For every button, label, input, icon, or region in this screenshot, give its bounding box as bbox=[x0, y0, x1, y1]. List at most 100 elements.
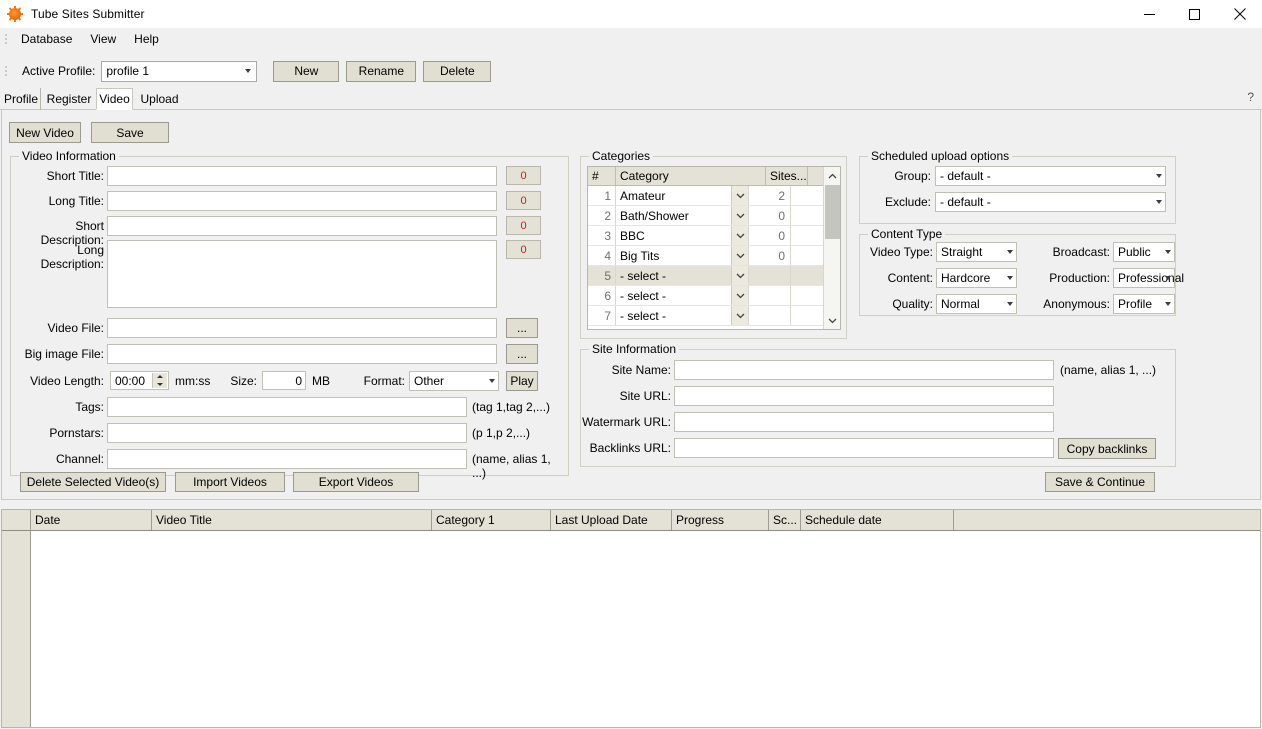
chevron-down-icon[interactable] bbox=[731, 246, 748, 265]
chevron-down-icon[interactable] bbox=[731, 206, 748, 225]
long-description-input[interactable] bbox=[107, 240, 497, 308]
group-select[interactable]: - default - bbox=[935, 166, 1166, 186]
long-title-input[interactable] bbox=[107, 191, 497, 211]
chevron-down-icon[interactable] bbox=[731, 226, 748, 245]
short-description-input[interactable] bbox=[107, 216, 497, 236]
scroll-down-icon[interactable] bbox=[824, 312, 840, 329]
production-select[interactable]: Professional bbox=[1113, 268, 1184, 288]
minimize-button[interactable] bbox=[1127, 0, 1172, 28]
scrollbar-thumb[interactable] bbox=[825, 185, 840, 239]
active-profile-select[interactable]: profile 1 bbox=[101, 60, 258, 82]
production-label: Production: bbox=[1049, 271, 1110, 285]
column-header-category[interactable]: Category bbox=[616, 167, 766, 185]
chevron-down-icon[interactable] bbox=[731, 266, 748, 285]
tab-video[interactable]: Video bbox=[96, 88, 133, 110]
new-profile-button[interactable]: New bbox=[273, 60, 340, 82]
column-header-filler[interactable] bbox=[954, 510, 1260, 530]
chevron-down-icon bbox=[1156, 200, 1162, 204]
maximize-button[interactable] bbox=[1172, 0, 1217, 28]
category-select[interactable]: BBC bbox=[616, 226, 749, 245]
close-button[interactable] bbox=[1217, 0, 1262, 28]
video-length-stepper[interactable]: 00:00 bbox=[110, 371, 169, 390]
sun-icon bbox=[7, 6, 23, 22]
column-header-gutter[interactable] bbox=[2, 510, 31, 530]
column-header-video-title[interactable]: Video Title bbox=[152, 510, 432, 530]
video-information-title: Video Information bbox=[19, 149, 119, 163]
menu-item-database[interactable]: Database bbox=[12, 29, 81, 49]
column-header-sc[interactable]: Sc... bbox=[769, 510, 801, 530]
size-input[interactable]: 0 bbox=[262, 371, 306, 390]
tab-profile[interactable]: Profile bbox=[2, 88, 41, 110]
menu-item-help[interactable]: Help bbox=[125, 29, 168, 49]
copy-backlinks-button[interactable]: Copy backlinks bbox=[1058, 438, 1156, 459]
column-header-category-1[interactable]: Category 1 bbox=[432, 510, 551, 530]
video-type-select[interactable]: Straight bbox=[936, 242, 1017, 262]
videos-grid[interactable]: Date Video Title Category 1 Last Upload … bbox=[1, 509, 1261, 728]
export-videos-button[interactable]: Export Videos bbox=[293, 472, 419, 492]
site-url-input[interactable] bbox=[674, 386, 1054, 406]
video-length-spin-buttons[interactable] bbox=[152, 373, 167, 388]
table-row[interactable]: 7 - select - bbox=[588, 306, 840, 326]
site-name-input[interactable] bbox=[674, 360, 1054, 380]
category-value: Amateur bbox=[620, 188, 666, 203]
broadcast-select[interactable]: Public bbox=[1113, 242, 1175, 262]
videos-grid-rows[interactable] bbox=[31, 531, 1260, 727]
chevron-down-icon bbox=[489, 379, 495, 383]
big-image-file-input[interactable] bbox=[107, 344, 497, 364]
play-button[interactable]: Play bbox=[506, 371, 538, 391]
column-header-num[interactable]: # bbox=[588, 167, 616, 185]
scroll-up-icon[interactable] bbox=[824, 167, 840, 184]
rename-profile-button[interactable]: Rename bbox=[346, 60, 417, 82]
pornstars-input[interactable] bbox=[107, 423, 467, 443]
chevron-down-icon[interactable] bbox=[731, 286, 748, 305]
menu-item-view[interactable]: View bbox=[81, 29, 125, 49]
column-header-sites[interactable]: Sites... bbox=[766, 167, 808, 185]
column-header-schedule-date[interactable]: Schedule date bbox=[801, 510, 954, 530]
video-file-input[interactable] bbox=[107, 318, 497, 338]
quality-value: Normal bbox=[941, 297, 980, 311]
content-select[interactable]: Hardcore bbox=[936, 268, 1017, 288]
broadcast-label: Broadcast: bbox=[1052, 245, 1110, 259]
column-header-progress[interactable]: Progress bbox=[672, 510, 769, 530]
categories-scrollbar[interactable] bbox=[823, 167, 840, 329]
backlinks-url-input[interactable] bbox=[674, 438, 1054, 458]
table-row[interactable]: 2 Bath/Shower 0 bbox=[588, 206, 840, 226]
short-title-input[interactable] bbox=[107, 166, 497, 186]
table-row[interactable]: 3 BBC 0 bbox=[588, 226, 840, 246]
chevron-down-icon[interactable] bbox=[731, 186, 748, 205]
category-select[interactable]: - select - bbox=[616, 286, 749, 305]
save-button[interactable]: Save bbox=[91, 122, 169, 143]
tab-register[interactable]: Register bbox=[45, 88, 93, 110]
table-row[interactable]: 1 Amateur 2 bbox=[588, 186, 840, 206]
big-image-file-browse-button[interactable]: ... bbox=[506, 344, 538, 364]
format-select[interactable]: Other bbox=[409, 371, 499, 391]
category-select[interactable]: Bath/Shower bbox=[616, 206, 749, 225]
save-and-continue-button[interactable]: Save & Continue bbox=[1045, 472, 1155, 492]
table-row[interactable]: 5 - select - bbox=[588, 266, 840, 286]
table-row[interactable]: 6 - select - bbox=[588, 286, 840, 306]
new-video-button[interactable]: New Video bbox=[9, 122, 81, 143]
table-row[interactable]: 4 Big Tits 0 bbox=[588, 246, 840, 266]
video-file-browse-button[interactable]: ... bbox=[506, 318, 538, 338]
anonymous-select[interactable]: Profile bbox=[1113, 294, 1175, 314]
tab-upload[interactable]: Upload bbox=[137, 88, 182, 110]
column-header-last-upload-date[interactable]: Last Upload Date bbox=[551, 510, 672, 530]
categories-grid[interactable]: # Category Sites... 1 Amateur 2 2 Bath/S… bbox=[587, 166, 841, 330]
import-videos-button[interactable]: Import Videos bbox=[175, 472, 285, 492]
chevron-down-icon[interactable] bbox=[731, 306, 748, 325]
delete-selected-videos-button[interactable]: Delete Selected Video(s) bbox=[20, 472, 166, 492]
quality-select[interactable]: Normal bbox=[936, 294, 1017, 314]
chevron-down-icon bbox=[1007, 250, 1013, 254]
category-select[interactable]: Amateur bbox=[616, 186, 749, 205]
exclude-select[interactable]: - default - bbox=[935, 192, 1166, 212]
category-select[interactable]: Big Tits bbox=[616, 246, 749, 265]
category-select[interactable]: - select - bbox=[616, 306, 749, 325]
tags-input[interactable] bbox=[107, 397, 467, 417]
category-select[interactable]: - select - bbox=[616, 266, 749, 285]
watermark-url-input[interactable] bbox=[674, 412, 1054, 432]
category-value: - select - bbox=[620, 268, 667, 283]
column-header-date[interactable]: Date bbox=[31, 510, 152, 530]
help-question-icon[interactable]: ? bbox=[1247, 90, 1254, 104]
channel-input[interactable] bbox=[107, 449, 467, 469]
delete-profile-button[interactable]: Delete bbox=[423, 60, 492, 82]
